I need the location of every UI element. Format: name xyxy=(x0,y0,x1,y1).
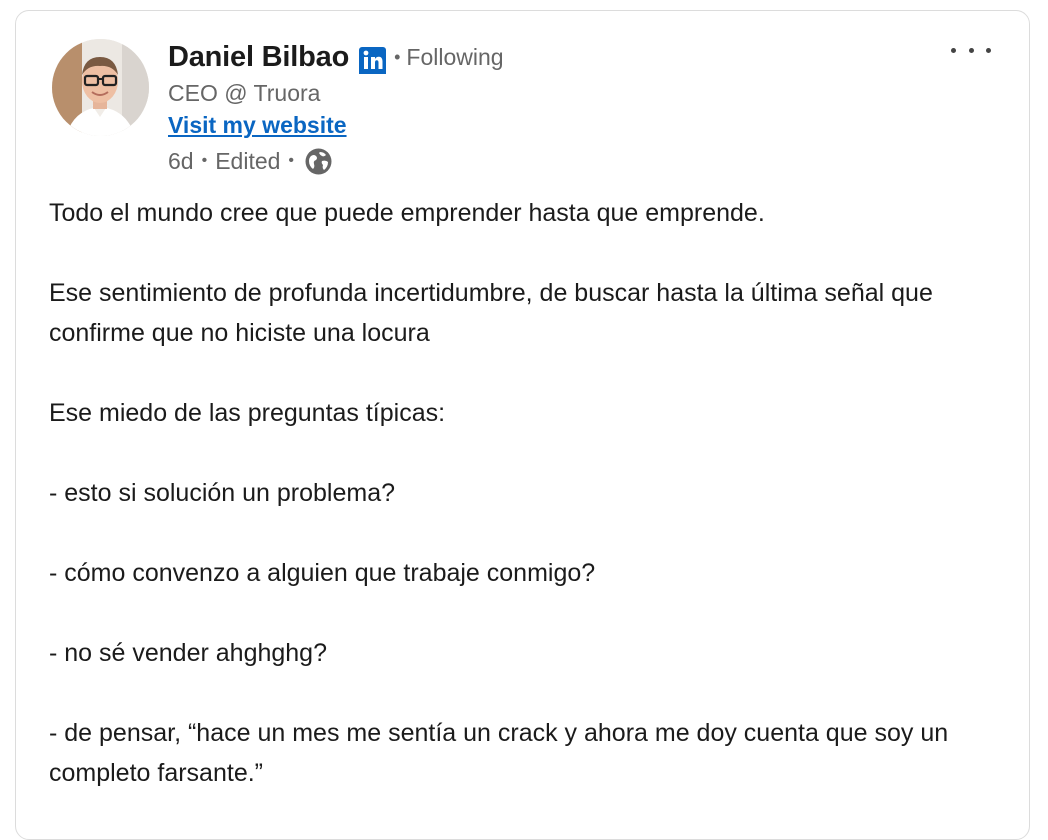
post-card: Daniel Bilbao • Following CEO @ Truora V… xyxy=(15,10,1030,840)
post-age: 6d xyxy=(168,147,194,174)
author-headline: CEO @ Truora xyxy=(168,80,321,106)
more-dot xyxy=(968,47,974,53)
linkedin-icon xyxy=(359,46,387,74)
post-paragraph: - de pensar, “hace un mes me sentía un c… xyxy=(49,719,949,787)
separator-dot: • xyxy=(394,46,401,67)
author-name[interactable]: Daniel Bilbao xyxy=(168,41,349,74)
separator-dot: • xyxy=(288,152,295,169)
more-options-icon[interactable] xyxy=(951,35,991,65)
post-paragraph: - esto si solución un problema? xyxy=(49,479,396,507)
avatar-photo xyxy=(52,39,149,136)
post-text: Todo el mundo cree que puede emprender h… xyxy=(49,193,1009,833)
post-paragraph: - no sé vender ahghghg? xyxy=(49,639,327,667)
post-header: Daniel Bilbao • Following CEO @ Truora V… xyxy=(168,37,504,179)
post-paragraph: - cómo convenzo a alguien que trabaje co… xyxy=(49,559,596,587)
following-status[interactable]: Following xyxy=(406,44,503,71)
post-paragraph: Ese miedo de las preguntas típicas: xyxy=(49,399,446,427)
more-dot xyxy=(986,47,991,53)
visit-website-link[interactable]: Visit my website xyxy=(168,109,347,143)
author-avatar[interactable] xyxy=(52,39,149,136)
edited-label: Edited xyxy=(215,147,281,174)
post-paragraph: Ese sentimiento de profunda incertidumbr… xyxy=(49,279,933,347)
separator-dot: • xyxy=(201,152,208,169)
post-paragraph: Todo el mundo cree que puede emprender h… xyxy=(49,199,765,227)
globe-icon xyxy=(304,147,333,176)
post-meta: 6d • Edited • xyxy=(168,143,504,179)
author-name-row: Daniel Bilbao • Following xyxy=(168,37,504,77)
more-dot xyxy=(951,47,956,53)
